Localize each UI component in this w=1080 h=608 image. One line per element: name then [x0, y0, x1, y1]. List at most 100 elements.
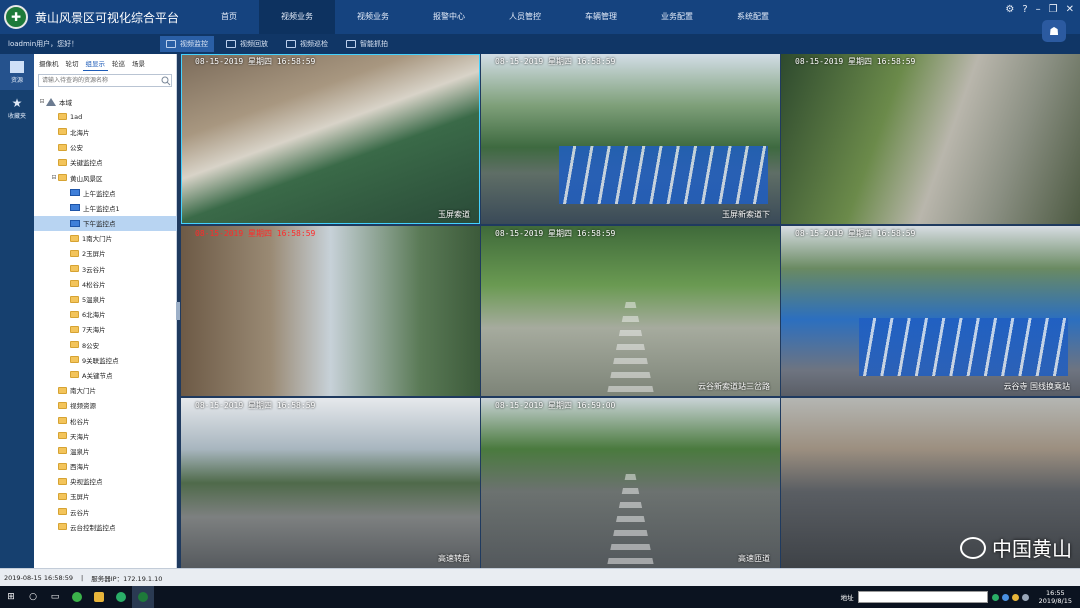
tree-node[interactable]: 6北海片: [34, 307, 177, 322]
tree-node[interactable]: 央视监控点: [34, 474, 177, 489]
tray-app-icon[interactable]: [1011, 593, 1019, 601]
strip-item-0[interactable]: 资源: [0, 54, 34, 90]
tree-node[interactable]: 视频资源: [34, 398, 177, 413]
video-tile[interactable]: 中国黄山: [781, 398, 1080, 568]
tree-node-label: 温泉片: [70, 447, 90, 456]
assistant-robot-button[interactable]: ☗: [1042, 20, 1066, 42]
folder-task-icon[interactable]: [88, 586, 110, 608]
video-tile[interactable]: 08-15-2019 星期四 16:58:59: [181, 226, 480, 396]
subnav-item-1[interactable]: 视频回放: [220, 36, 274, 52]
tree-node[interactable]: 7天海片: [34, 322, 177, 337]
taskbar-clock[interactable]: 16:55 2019/8/15: [1039, 589, 1072, 605]
tree-node[interactable]: 下午监控点: [34, 215, 177, 231]
main-nav: 首页 视频业务 视频业务 报警中心 人员管控 车辆管理 业务配置 系统配置: [199, 0, 791, 34]
restore-icon[interactable]: ❐: [1049, 4, 1058, 15]
road-marking: [606, 294, 655, 396]
platform-task-icon[interactable]: [132, 586, 154, 608]
tree-tab-3[interactable]: 轮巡: [109, 56, 128, 70]
tree-node[interactable]: 北海片: [34, 124, 177, 139]
wechat-task-icon[interactable]: [110, 586, 132, 608]
folder-icon: [58, 508, 67, 516]
tree-node[interactable]: 西海片: [34, 459, 177, 474]
parked-buses: [558, 145, 769, 204]
task-view-icon[interactable]: ▭: [44, 586, 66, 608]
close-icon[interactable]: ✕: [1066, 4, 1074, 15]
video-tile[interactable]: 08-15-2019 星期四 16:58:59 高速转盘: [181, 398, 480, 568]
nav-item-5[interactable]: 车辆管理: [563, 0, 639, 34]
tree-node-label: 4松谷片: [82, 280, 106, 289]
nav-item-6[interactable]: 业务配置: [639, 0, 715, 34]
video-tile[interactable]: 08-15-2019 星期四 16:58:59 云谷新索道站三岔路: [481, 226, 780, 396]
minimize-icon[interactable]: –: [1036, 4, 1041, 15]
video-tile[interactable]: 08-15-2019 星期四 16:58:59 云谷寺 国线换乘站: [781, 226, 1080, 396]
tree-expander-icon[interactable]: ⊟: [50, 174, 58, 181]
panel-collapse-handle[interactable]: [176, 302, 180, 320]
tree-node[interactable]: 8公安: [34, 337, 177, 352]
nav-item-4[interactable]: 人员管控: [487, 0, 563, 34]
subnav-item-0[interactable]: 视频监控: [160, 36, 214, 52]
tree-node-label: 云谷片: [70, 508, 90, 517]
folder-icon: [58, 386, 67, 394]
tree-node[interactable]: 1南大门片: [34, 231, 177, 246]
video-tile[interactable]: 08-15-2019 星期四 16:59:00 高速匝道: [481, 398, 780, 568]
tree-tab-1[interactable]: 轮切: [63, 56, 82, 70]
tree-node[interactable]: 关键监控点: [34, 155, 177, 170]
tree-expander-icon[interactable]: ⊟: [38, 98, 46, 105]
tree-node-label: 关键监控点: [70, 159, 103, 168]
search-task-icon[interactable]: ○: [22, 586, 44, 608]
strip-label: 资源: [10, 76, 23, 84]
strip-item-1[interactable]: ★ 收藏夹: [0, 90, 34, 126]
tree-node[interactable]: ⊟ 黄山风景区: [34, 170, 177, 185]
tree-tab-0[interactable]: 摄像机: [36, 56, 62, 70]
resource-tree-panel: 摄像机轮切组显示轮巡场景 ⊟ 本域 1ad 北海片公安关键监控点 ⊟ 黄山风景区上午监控点…: [34, 54, 180, 568]
tree-node[interactable]: 9关联监控点: [34, 352, 177, 367]
tree-node[interactable]: 云台控制监控点: [34, 519, 177, 534]
settings-icon[interactable]: ⚙: [1005, 4, 1014, 15]
video-tile[interactable]: 08-15-2019 星期四 16:58:59 玉屏新索道下: [481, 54, 780, 224]
address-input[interactable]: [857, 591, 988, 603]
tree-node-label: 玉屏片: [70, 493, 90, 502]
tree-search-input[interactable]: [39, 75, 161, 86]
tree-node[interactable]: 温泉片: [34, 443, 177, 458]
tree-node[interactable]: 天海片: [34, 428, 177, 443]
tree-node[interactable]: 1ad: [34, 109, 177, 124]
tree-node[interactable]: 公安: [34, 140, 177, 155]
video-tile[interactable]: 08-15-2019 星期四 16:58:59 玉屏索道: [181, 54, 480, 224]
search-icon[interactable]: [161, 76, 171, 86]
system-tray: [991, 593, 1029, 601]
tree-node[interactable]: 玉屏片: [34, 489, 177, 504]
tree-node[interactable]: 松谷片: [34, 413, 177, 428]
start-windows-icon[interactable]: ⊞: [0, 586, 22, 608]
tree-node[interactable]: 4松谷片: [34, 276, 177, 291]
video-tile[interactable]: 08-15-2019 星期四 16:58:59: [781, 54, 1080, 224]
tree-node[interactable]: 南大门片: [34, 383, 177, 398]
help-icon[interactable]: ?: [1022, 4, 1027, 15]
folder-icon: [58, 113, 67, 121]
tree-tab-4[interactable]: 场景: [129, 56, 148, 70]
tray-volume-icon[interactable]: [1021, 593, 1029, 601]
tree-node[interactable]: ⊟ 本域: [34, 94, 177, 109]
video-timestamp: 08-15-2019 星期四 16:58:59: [495, 229, 616, 238]
nav-item-7[interactable]: 系统配置: [715, 0, 791, 34]
nav-item-1[interactable]: 视频业务: [259, 0, 335, 34]
tree-tab-2[interactable]: 组显示: [82, 56, 108, 71]
video-timestamp: 08-15-2019 星期四 16:58:59: [195, 229, 316, 238]
monitor-icon: [10, 60, 24, 73]
folder-icon: [58, 174, 67, 182]
tray-wechat-icon[interactable]: [991, 593, 999, 601]
tree-node[interactable]: 5温泉片: [34, 291, 177, 306]
tree-node[interactable]: 云谷片: [34, 504, 177, 519]
tree-node[interactable]: 上午监控点: [34, 185, 177, 200]
nav-item-2[interactable]: 视频业务: [335, 0, 411, 34]
tray-network-icon[interactable]: [1001, 593, 1009, 601]
subnav-item-2[interactable]: 视频巡检: [280, 36, 334, 52]
tree-node[interactable]: 上午监控点1: [34, 200, 177, 215]
folder-icon: [70, 356, 79, 364]
subnav-item-3[interactable]: 智能抓拍: [340, 36, 394, 52]
tree-node[interactable]: 3云谷片: [34, 261, 177, 276]
nav-item-0[interactable]: 首页: [199, 0, 259, 34]
tree-node[interactable]: 2玉屏片: [34, 246, 177, 261]
tree-node[interactable]: A关键节点: [34, 367, 177, 382]
browser-task-icon[interactable]: [66, 586, 88, 608]
nav-item-3[interactable]: 报警中心: [411, 0, 487, 34]
